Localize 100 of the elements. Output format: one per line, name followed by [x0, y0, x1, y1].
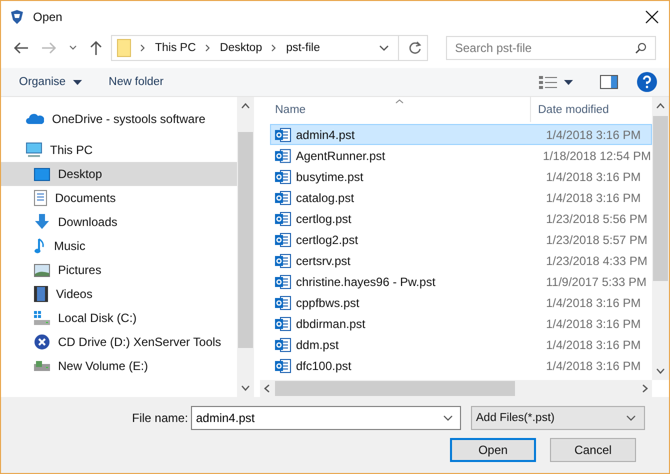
view-list-icon[interactable] — [539, 75, 557, 89]
scroll-down-icon[interactable] — [656, 368, 665, 374]
up-arrow-icon[interactable] — [89, 40, 103, 56]
music-note-icon — [34, 238, 46, 254]
nav-item[interactable]: CD Drive (D:) XenServer Tools — [1, 330, 237, 354]
nav-item[interactable]: Pictures — [1, 258, 237, 282]
file-row[interactable]: certsrv.pst 1/23/2018 4:33 PM — [270, 250, 652, 271]
organise-menu-button[interactable]: Organise — [19, 76, 66, 88]
file-date: 1/4/2018 3:16 PM — [546, 190, 641, 204]
nav-label: Videos — [56, 287, 92, 301]
file-type-dropdown[interactable]: Add Files(*.pst) — [471, 406, 645, 430]
file-name-field[interactable]: admin4.pst — [191, 406, 461, 430]
breadcrumb[interactable]: Desktop — [220, 42, 262, 54]
disk-drive-icon — [34, 311, 50, 325]
nav-item[interactable]: Local Disk (C:) — [1, 306, 237, 330]
nav-item[interactable]: Documents — [1, 186, 237, 210]
breadcrumb-chevron-icon — [204, 44, 211, 52]
scroll-up-icon[interactable] — [656, 103, 665, 109]
file-row[interactable]: certlog.pst 1/23/2018 5:56 PM — [270, 208, 652, 229]
close-icon[interactable] — [645, 10, 659, 24]
nav-item[interactable]: This PC — [1, 138, 237, 162]
file-name: christine.hayes96 - Pw.pst — [296, 274, 436, 288]
file-row[interactable]: cppfbws.pst 1/4/2018 3:16 PM — [270, 292, 652, 313]
column-header[interactable]: Name — [270, 97, 531, 122]
mail-file-icon — [275, 296, 291, 310]
file-name: dbdirman.pst — [296, 316, 366, 330]
nav-label: Downloads — [58, 215, 118, 229]
mail-file-icon — [275, 274, 291, 288]
nav-label: OneDrive - systools software — [52, 112, 206, 126]
file-date: 1/4/2018 3:16 PM — [546, 338, 641, 352]
mail-file-icon — [275, 170, 291, 184]
file-row[interactable]: AgentRunner.pst 1/18/2018 12:54 PM — [270, 145, 652, 166]
file-row[interactable]: busytime.pst 1/4/2018 3:16 PM — [270, 166, 652, 187]
preview-pane-icon[interactable] — [600, 75, 618, 89]
new-folder-button[interactable]: New folder — [108, 76, 164, 88]
folder-icon — [117, 39, 131, 57]
scroll-down-icon[interactable] — [241, 385, 250, 391]
file-name: catalog.pst — [296, 190, 356, 204]
file-row[interactable]: certlog2.pst 1/23/2018 5:57 PM — [270, 229, 652, 250]
file-date: 1/23/2018 5:57 PM — [546, 232, 648, 246]
nav-label: Desktop — [58, 167, 102, 181]
file-row[interactable]: christine.hayes96 - Pw.pst 11/9/2017 5:33 PM — [270, 271, 652, 292]
file-name: AgentRunner.pst — [296, 148, 386, 162]
drive-icon — [34, 360, 50, 372]
file-name: cppfbws.pst — [296, 296, 360, 310]
nav-label: Music — [54, 239, 86, 253]
breadcrumb[interactable]: pst-file — [286, 42, 320, 54]
mail-file-icon — [275, 316, 291, 330]
scrollbar[interactable] — [652, 97, 669, 380]
nav-label: CD Drive (D:) XenServer Tools — [58, 335, 222, 349]
nav-item[interactable]: Downloads — [1, 210, 237, 234]
chevron-down-icon[interactable] — [379, 44, 389, 52]
file-row[interactable]: ddm.pst 1/4/2018 3:16 PM — [270, 334, 652, 355]
mail-file-icon — [275, 212, 291, 226]
scrollbar[interactable] — [237, 97, 254, 397]
help-icon[interactable] — [637, 72, 657, 92]
cloud-icon — [26, 113, 44, 125]
file-name-label: File name: — [132, 411, 190, 425]
mail-file-icon — [275, 128, 291, 142]
file-date: 1/18/2018 12:54 PM — [542, 148, 651, 162]
file-name: admin4.pst — [296, 128, 356, 142]
file-row[interactable]: admin4.pst 1/4/2018 3:16 PM — [270, 124, 652, 145]
horizontal-scrollbar[interactable] — [260, 380, 652, 397]
chevron-down-icon[interactable] — [69, 45, 77, 51]
scroll-up-icon[interactable] — [241, 103, 250, 109]
nav-label: Pictures — [58, 263, 102, 277]
film-strip-icon — [34, 286, 48, 302]
file-date: 1/4/2018 3:16 PM — [546, 296, 641, 310]
column-header[interactable]: Date modified — [531, 104, 609, 116]
nav-item[interactable]: OneDrive - systools software — [1, 107, 237, 131]
nav-item[interactable]: Videos — [1, 282, 237, 306]
search-field[interactable]: Search pst-file — [446, 36, 656, 60]
file-date: 1/23/2018 5:56 PM — [546, 212, 648, 226]
mail-file-icon — [275, 148, 291, 162]
scroll-left-icon[interactable] — [264, 384, 270, 393]
breadcrumb[interactable]: This PC — [155, 42, 196, 54]
nav-item[interactable]: Desktop — [1, 162, 237, 186]
breadcrumb-chevron-icon — [140, 44, 146, 52]
sort-caret-icon — [395, 99, 404, 104]
file-row[interactable]: dfc100.pst 1/4/2018 3:16 PM — [270, 355, 652, 376]
nav-item[interactable]: Music — [1, 234, 237, 258]
file-date: 1/4/2018 3:16 PM — [546, 316, 641, 330]
back-arrow-icon[interactable] — [13, 41, 29, 55]
address-bar[interactable]: This PC Desktop pst-file — [111, 35, 428, 61]
file-name: certlog2.pst — [296, 232, 360, 246]
nav-item[interactable]: New Volume (E:) — [1, 354, 237, 378]
file-row[interactable]: dbdirman.pst 1/4/2018 3:16 PM — [270, 313, 652, 334]
file-name: ddm.pst — [296, 338, 340, 352]
scroll-right-icon[interactable] — [642, 384, 648, 393]
file-name: busytime.pst — [296, 170, 364, 184]
mail-file-icon — [275, 190, 291, 204]
cancel-button[interactable]: Cancel — [550, 438, 636, 462]
document-icon — [34, 190, 47, 206]
open-button[interactable]: Open — [450, 438, 536, 462]
monitor-icon — [26, 142, 42, 158]
caret-icon[interactable] — [564, 80, 573, 84]
file-row[interactable]: catalog.pst 1/4/2018 3:16 PM — [270, 187, 652, 208]
file-name: certsrv.pst — [296, 254, 352, 268]
nav-label: Documents — [55, 191, 116, 205]
refresh-icon[interactable] — [408, 41, 422, 55]
